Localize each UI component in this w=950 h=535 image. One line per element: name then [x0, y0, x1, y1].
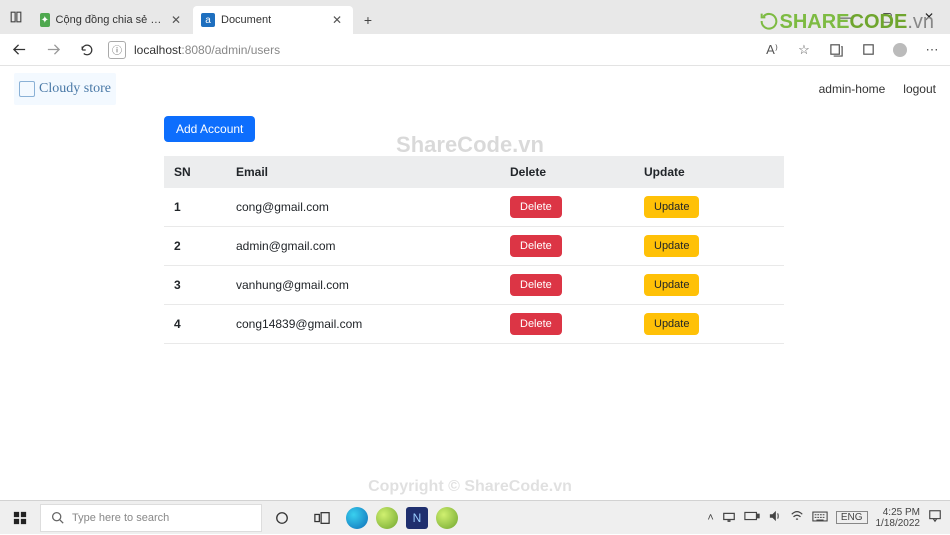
browser-tab-0[interactable]: ✦ Cộng đồng chia sẻ và download ✕	[32, 6, 192, 34]
update-button[interactable]: Update	[644, 274, 699, 296]
tray-date: 1/18/2022	[876, 518, 921, 529]
favorites-icon[interactable]: ☆	[792, 38, 816, 62]
col-update: Update	[634, 156, 784, 188]
favicon-icon: a	[201, 13, 215, 27]
nav-back-button[interactable]	[6, 37, 32, 63]
nav-forward-button[interactable]	[40, 37, 66, 63]
start-button[interactable]	[0, 501, 40, 535]
logo-mark-icon	[19, 81, 35, 97]
tray-notifications-icon[interactable]	[928, 509, 942, 526]
tab-actions-icon[interactable]	[0, 0, 32, 34]
table-row: 1 cong@gmail.com Delete Update	[164, 188, 784, 227]
table-row: 3 vanhung@gmail.com Delete Update	[164, 266, 784, 305]
cell-sn: 3	[164, 266, 226, 305]
nav-refresh-button[interactable]	[74, 37, 100, 63]
url-path: /admin/users	[211, 43, 280, 57]
cell-email: vanhung@gmail.com	[226, 266, 500, 305]
site-header: Cloudy store admin-home logout	[0, 66, 950, 112]
users-table: SN Email Delete Update 1 cong@gmail.com …	[164, 156, 784, 344]
browser-tab-1[interactable]: a Document ✕	[193, 6, 353, 34]
nav-logout[interactable]: logout	[903, 82, 936, 96]
menu-icon[interactable]: ⋯	[920, 38, 944, 62]
taskbar-app-1[interactable]	[372, 503, 402, 533]
tray-keyboard-icon[interactable]	[812, 511, 828, 525]
tray-network-icon[interactable]	[722, 510, 736, 525]
read-aloud-icon[interactable]: A⁾	[760, 38, 784, 62]
taskbar-app-3[interactable]	[432, 503, 462, 533]
tray-language[interactable]: ENG	[836, 511, 868, 524]
tab-close-icon[interactable]: ✕	[329, 13, 345, 27]
cell-email: admin@gmail.com	[226, 227, 500, 266]
windows-taskbar: Type here to search N ˄ ENG 4:25 PM 1/18…	[0, 500, 950, 534]
logo-text: Cloudy store	[39, 81, 111, 97]
table-row: 4 cong14839@gmail.com Delete Update	[164, 305, 784, 344]
tray-time: 4:25 PM	[876, 507, 921, 518]
system-tray: ˄ ENG 4:25 PM 1/18/2022	[707, 507, 950, 529]
table-row: 2 admin@gmail.com Delete Update	[164, 227, 784, 266]
tab-title: Cộng đồng chia sẻ và download	[56, 14, 162, 26]
nav-admin-home[interactable]: admin-home	[819, 82, 886, 96]
taskbar-app-2[interactable]: N	[402, 503, 432, 533]
address-bar[interactable]: localhost:8080/admin/users	[134, 43, 752, 57]
tray-clock[interactable]: 4:25 PM 1/18/2022	[876, 507, 921, 529]
task-view-icon[interactable]	[302, 501, 342, 535]
favicon-icon: ✦	[40, 13, 50, 27]
site-logo[interactable]: Cloudy store	[14, 73, 116, 105]
tray-battery-icon[interactable]	[744, 511, 760, 524]
watermark-brand: SHARECODE.vn	[758, 10, 935, 34]
tab-close-icon[interactable]: ✕	[168, 13, 184, 27]
col-delete: Delete	[500, 156, 634, 188]
add-account-button[interactable]: Add Account	[164, 116, 255, 142]
new-tab-button[interactable]: +	[354, 6, 382, 34]
profile-icon[interactable]	[888, 38, 912, 62]
col-sn: SN	[164, 156, 226, 188]
cell-sn: 1	[164, 188, 226, 227]
update-button[interactable]: Update	[644, 235, 699, 257]
collections-icon[interactable]	[824, 38, 848, 62]
delete-button[interactable]: Delete	[510, 313, 562, 335]
search-icon	[51, 511, 64, 524]
delete-button[interactable]: Delete	[510, 235, 562, 257]
cell-email: cong@gmail.com	[226, 188, 500, 227]
extensions-icon[interactable]	[856, 38, 880, 62]
tray-chevron-icon[interactable]: ˄	[707, 512, 713, 524]
tab-title: Document	[221, 14, 323, 26]
tray-volume-icon[interactable]	[768, 510, 782, 525]
cell-sn: 2	[164, 227, 226, 266]
page-content: Cloudy store admin-home logout Add Accou…	[0, 66, 950, 500]
update-button[interactable]: Update	[644, 313, 699, 335]
url-port: :8080	[181, 43, 211, 57]
cell-email: cong14839@gmail.com	[226, 305, 500, 344]
col-email: Email	[226, 156, 500, 188]
search-placeholder: Type here to search	[72, 512, 169, 524]
cortana-icon[interactable]	[262, 501, 302, 535]
users-admin-panel: Add Account SN Email Delete Update 1 con…	[0, 112, 790, 344]
delete-button[interactable]: Delete	[510, 196, 562, 218]
site-nav: admin-home logout	[819, 82, 936, 96]
taskbar-search[interactable]: Type here to search	[40, 504, 262, 532]
delete-button[interactable]: Delete	[510, 274, 562, 296]
url-host: localhost	[134, 43, 181, 57]
site-info-icon[interactable]: ⓘ	[108, 41, 126, 59]
cell-sn: 4	[164, 305, 226, 344]
taskbar-app-edge[interactable]	[342, 503, 372, 533]
tray-wifi-icon[interactable]	[790, 510, 804, 525]
update-button[interactable]: Update	[644, 196, 699, 218]
browser-toolbar: ⓘ localhost:8080/admin/users A⁾ ☆ ⋯	[0, 34, 950, 66]
